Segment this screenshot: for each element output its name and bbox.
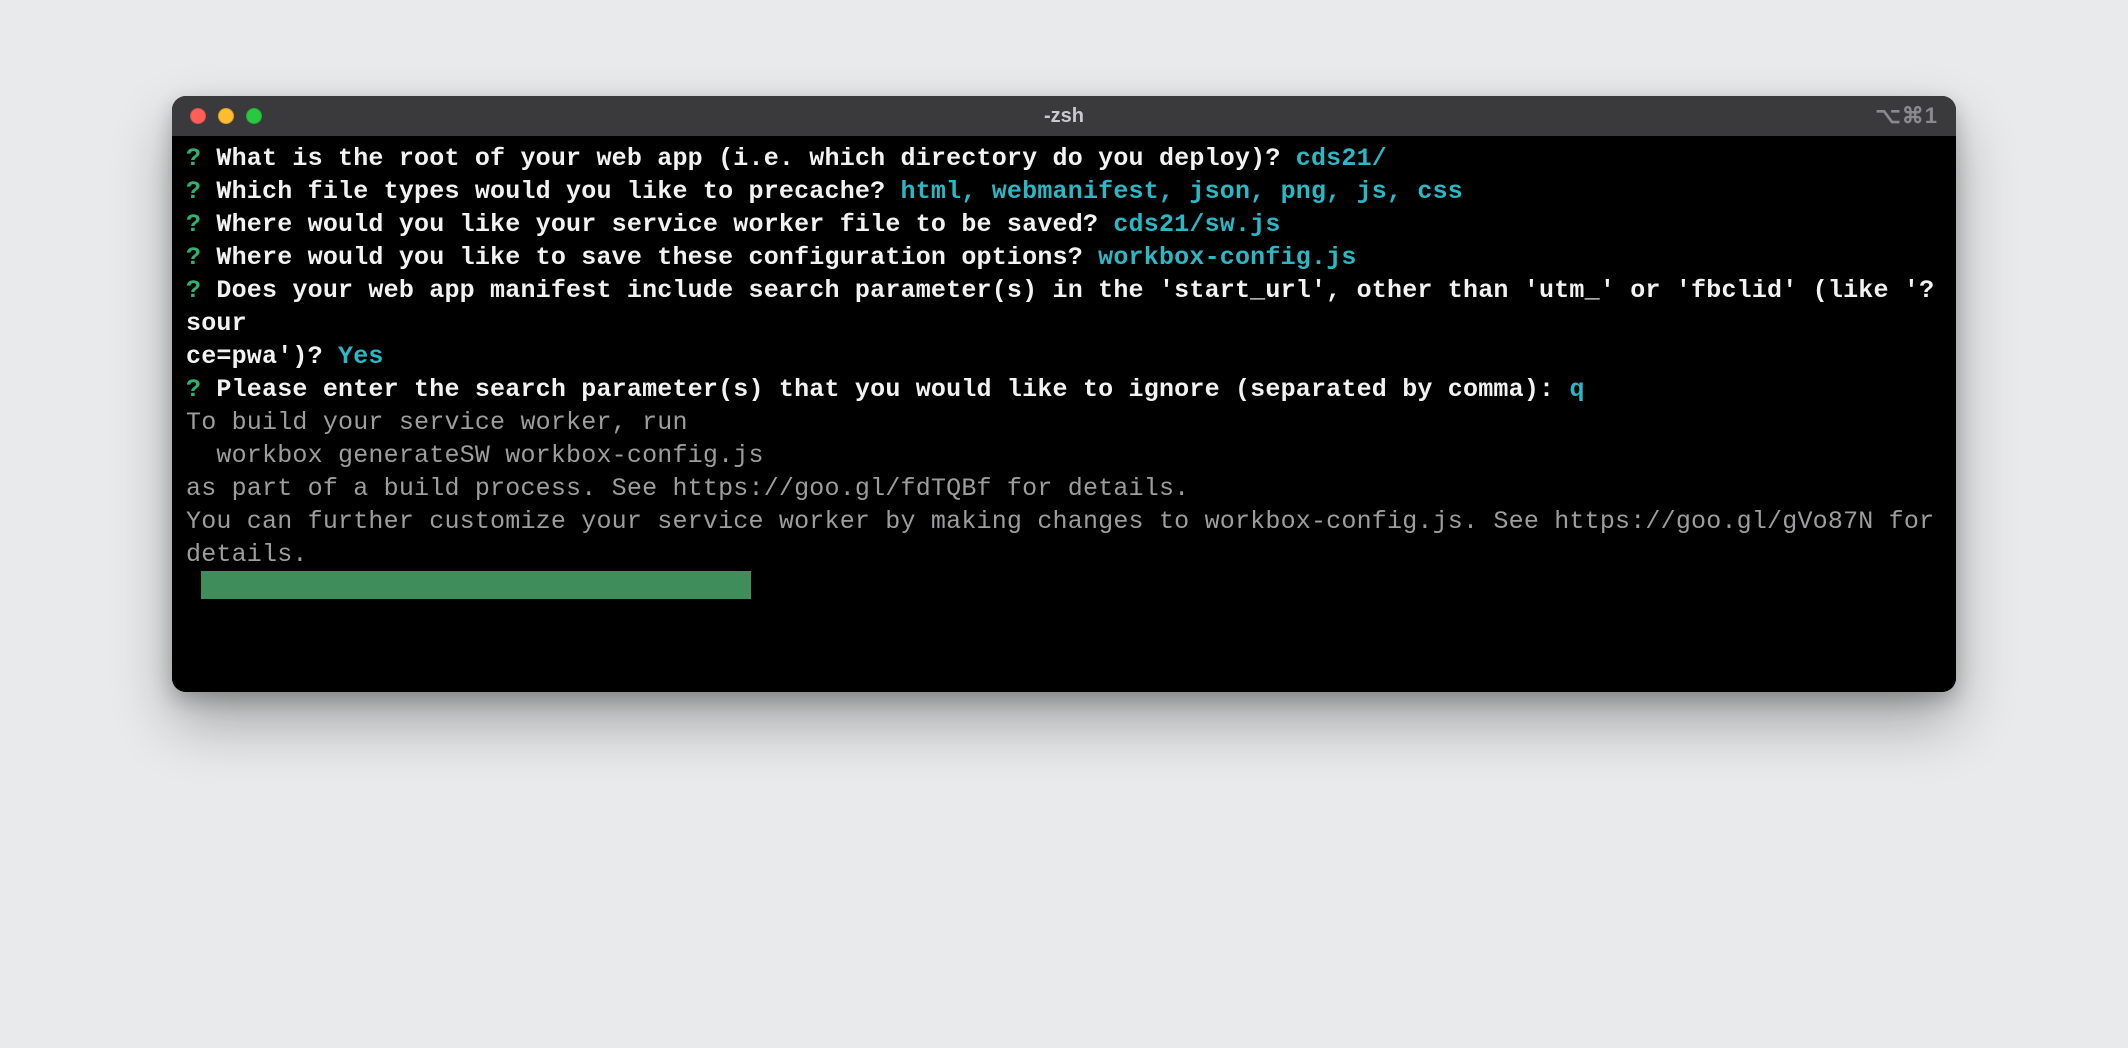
prompt-marker: ? — [186, 243, 201, 272]
prompt-answer: cds21/ — [1296, 144, 1387, 173]
window-title: -zsh — [172, 105, 1956, 128]
window-shortcut: ⌥⌘1 — [1875, 103, 1956, 129]
minimize-icon[interactable] — [218, 108, 234, 124]
prompt-line: ? Where would you like your service work… — [186, 208, 1942, 241]
prompt-line: ? Please enter the search parameter(s) t… — [186, 373, 1942, 406]
terminal-body[interactable]: ? What is the root of your web app (i.e.… — [172, 136, 1956, 692]
titlebar: -zsh ⌥⌘1 — [172, 96, 1956, 136]
zoom-icon[interactable] — [246, 108, 262, 124]
prompt-question: Where would you like your service worker… — [201, 210, 1113, 239]
prompt-question: Which file types would you like to preca… — [201, 177, 900, 206]
prompt-line: ? What is the root of your web app (i.e.… — [186, 142, 1942, 175]
prompt-marker: ? — [186, 144, 201, 173]
prompt-line: ? Does your web app manifest include sea… — [186, 274, 1942, 373]
prompt-line: ? Which file types would you like to pre… — [186, 175, 1942, 208]
prompt-question: Where would you like to save these confi… — [201, 243, 1098, 272]
prompt-line: ? Where would you like to save these con… — [186, 241, 1942, 274]
output-line: workbox generateSW workbox-config.js — [186, 439, 1942, 472]
prompt-marker: ? — [186, 276, 201, 305]
prompt-marker: ? — [186, 375, 201, 404]
output-line: as part of a build process. See https://… — [186, 472, 1942, 505]
prompt-marker: ? — [186, 177, 201, 206]
close-icon[interactable] — [190, 108, 206, 124]
prompt-question: Please enter the search parameter(s) tha… — [201, 375, 1569, 404]
prompt-answer: Yes — [338, 342, 384, 371]
cursor-block — [201, 571, 751, 599]
traffic-lights — [172, 108, 262, 124]
output-line: You can further customize your service w… — [186, 505, 1942, 571]
prompt-answer: workbox-config.js — [1098, 243, 1356, 272]
prompt-question: What is the root of your web app (i.e. w… — [201, 144, 1296, 173]
output-line: To build your service worker, run — [186, 406, 1942, 439]
terminal-window: -zsh ⌥⌘1 ? What is the root of your web … — [172, 96, 1956, 692]
prompt-marker: ? — [186, 210, 201, 239]
prompt-question: Does your web app manifest include searc… — [186, 276, 1934, 371]
prompt-answer: cds21/sw.js — [1113, 210, 1280, 239]
prompt-answer: html, webmanifest, json, png, js, css — [901, 177, 1464, 206]
prompt-answer: q — [1569, 375, 1584, 404]
